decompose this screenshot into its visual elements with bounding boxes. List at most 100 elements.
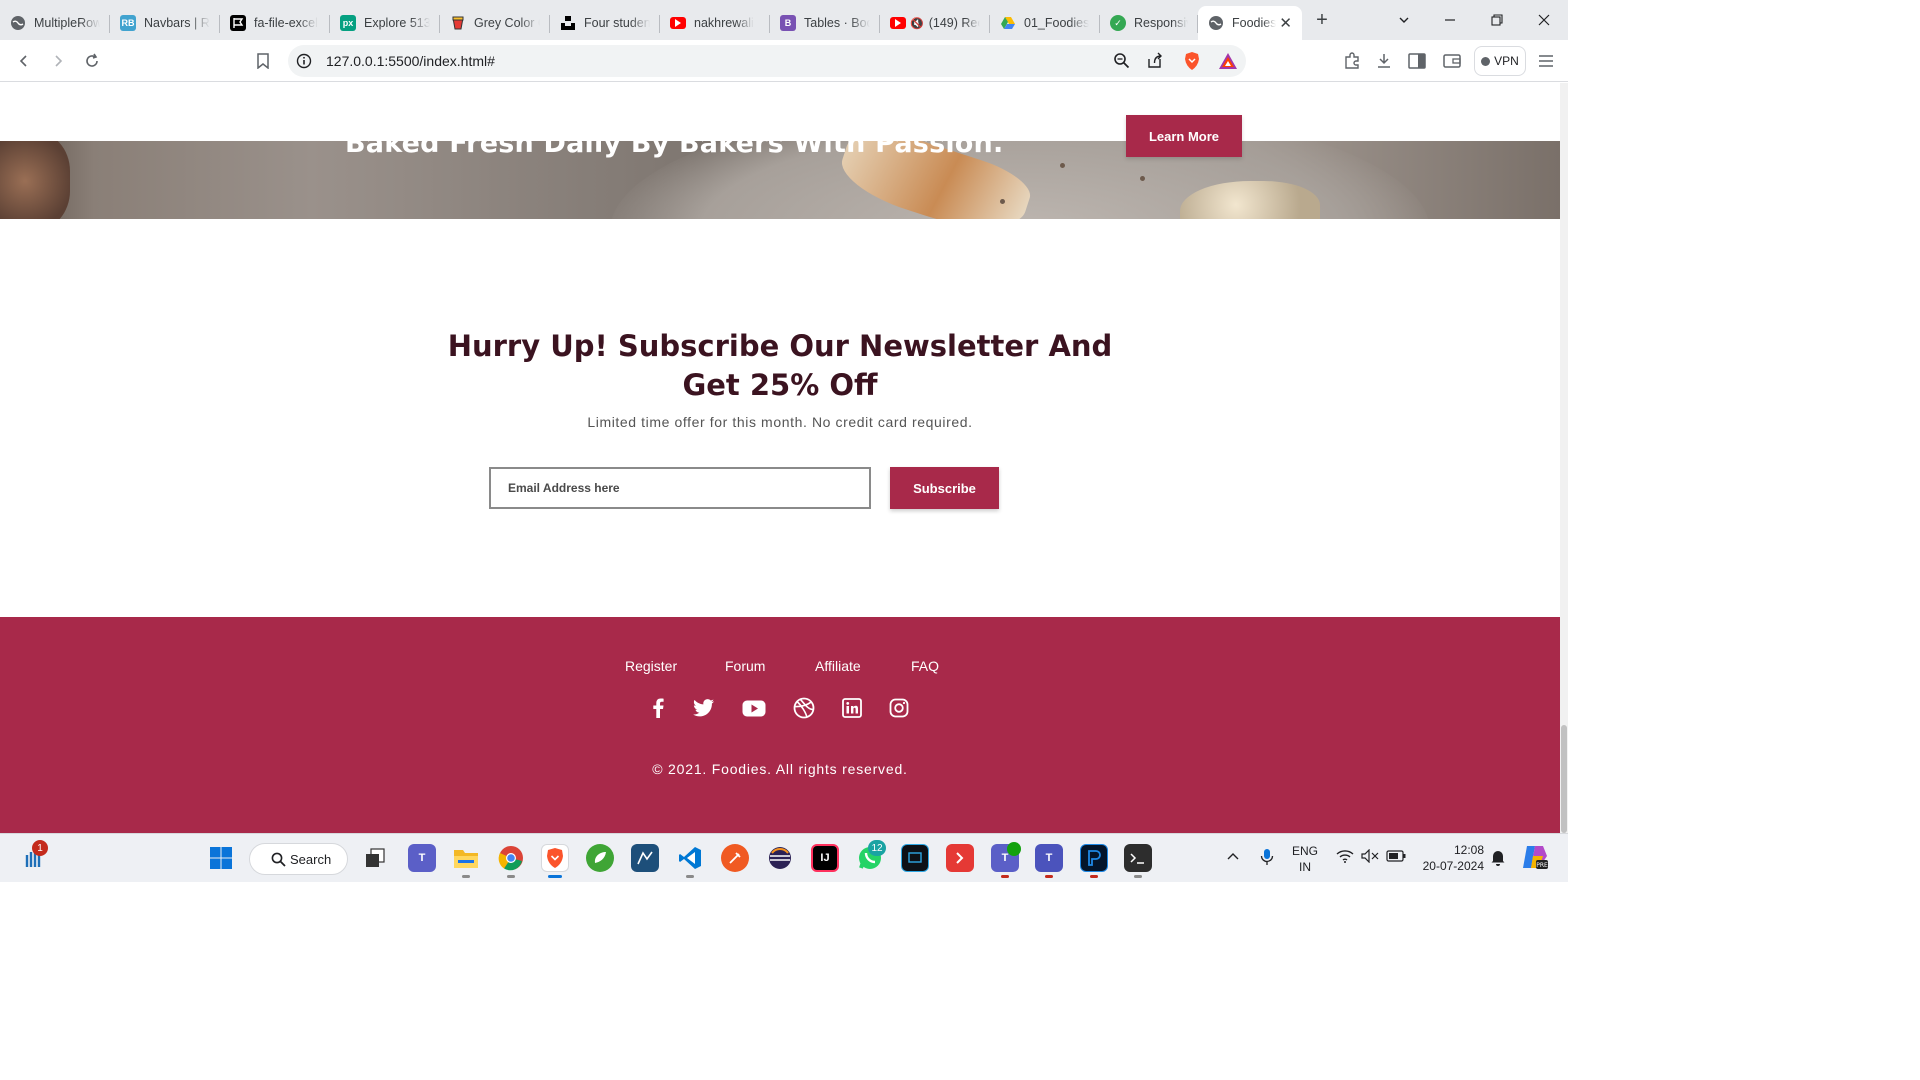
globe-icon: [10, 15, 26, 31]
download-icon[interactable]: [1371, 48, 1397, 74]
instagram-icon[interactable]: [886, 695, 912, 721]
intellij-icon[interactable]: IJ: [811, 844, 839, 872]
newsletter-title: Hurry Up! Subscribe Our Newsletter And G…: [447, 329, 1113, 402]
running-indicator: [686, 875, 694, 878]
menu-icon[interactable]: [1533, 48, 1559, 74]
linkedin-icon[interactable]: [839, 695, 865, 721]
zoom-icon[interactable]: [1113, 52, 1130, 74]
mysql-workbench-icon[interactable]: [631, 844, 659, 872]
reload-icon[interactable]: [79, 48, 105, 74]
brave-browser-icon[interactable]: [541, 844, 569, 872]
teams-status-icon: [1007, 842, 1021, 856]
close-window-button[interactable]: [1521, 0, 1567, 40]
muted-icon[interactable]: 🔇: [910, 17, 924, 30]
tab-multiplerows[interactable]: MultipleRows: [0, 6, 110, 40]
anydesk-icon[interactable]: [946, 844, 974, 872]
vpn-button[interactable]: VPN: [1474, 46, 1526, 76]
minimize-button[interactable]: [1427, 0, 1473, 40]
flag-icon: [230, 15, 246, 31]
restore-button[interactable]: [1474, 0, 1520, 40]
color-icon: [450, 15, 466, 31]
dribbble-icon[interactable]: [791, 695, 817, 721]
twitter-icon[interactable]: [691, 695, 717, 721]
volume-muted-icon[interactable]: [1361, 848, 1379, 866]
tab-reels[interactable]: 🔇 (149) Reels: [880, 6, 990, 40]
scrollbar-thumb[interactable]: [1561, 725, 1567, 833]
globe-icon: [1208, 15, 1224, 31]
page-scrollbar[interactable]: [1560, 83, 1568, 833]
brave-rewards-icon[interactable]: [1218, 52, 1238, 75]
address-bar[interactable]: 127.0.0.1:5500/index.html#: [288, 45, 1246, 77]
spring-tool-icon[interactable]: [586, 844, 614, 872]
page-viewport: Baked Fresh Daily By Bakers With Passion…: [0, 83, 1560, 833]
copilot-icon[interactable]: PRE: [1521, 844, 1549, 873]
new-tab-button[interactable]: +: [1302, 9, 1342, 32]
hero-headline-clip: Baked Fresh Daily By Bakers With Passion…: [0, 141, 1560, 219]
show-hidden-icons-chevron-icon[interactable]: [1226, 850, 1240, 864]
language-indicator[interactable]: ENG IN: [1292, 843, 1318, 875]
tab-title: Tables · Bootstrap: [804, 16, 870, 30]
footer-link-forum[interactable]: Forum: [725, 658, 765, 674]
chrome-icon[interactable]: [497, 844, 525, 872]
battery-icon[interactable]: [1386, 850, 1406, 865]
microphone-icon[interactable]: [1260, 848, 1274, 869]
task-view-icon[interactable]: [361, 844, 389, 872]
learn-more-button[interactable]: Learn More: [1126, 115, 1242, 157]
brave-shield-icon[interactable]: [1183, 51, 1201, 76]
clock[interactable]: 12:08 20-07-2024: [1416, 842, 1484, 874]
eclipse-icon[interactable]: [766, 844, 794, 872]
taskbar-search[interactable]: Search: [249, 843, 348, 875]
email-input[interactable]: [489, 467, 871, 509]
share-icon[interactable]: [1146, 52, 1163, 74]
tab-nakhrewali[interactable]: nakhrewali: [660, 6, 770, 40]
facebook-icon[interactable]: [645, 695, 671, 721]
running-indicator: [1045, 875, 1053, 878]
running-indicator: [1090, 875, 1098, 878]
close-tab-icon[interactable]: ✕: [1279, 14, 1292, 32]
running-indicator: [1001, 875, 1009, 878]
subscribe-button[interactable]: Subscribe: [890, 467, 999, 509]
footer-link-affiliate[interactable]: Affiliate: [815, 658, 861, 674]
running-indicator: [1134, 875, 1142, 878]
sidebar-icon[interactable]: [1404, 48, 1430, 74]
file-explorer-icon[interactable]: [452, 844, 480, 872]
notification-badge: 1: [32, 840, 48, 856]
tab-explore[interactable]: px Explore 513: [330, 6, 440, 40]
language-label: ENG: [1292, 844, 1319, 858]
tab-01-foodies[interactable]: 01_Foodies: [990, 6, 1100, 40]
tab-title: Explore 513: [364, 16, 430, 30]
extensions-icon[interactable]: [1339, 48, 1365, 74]
tab-responsive[interactable]: ✓ Responsive: [1100, 6, 1198, 40]
screen-recorder-icon[interactable]: [901, 844, 929, 872]
running-indicator: [507, 875, 515, 878]
site-info-icon[interactable]: [296, 53, 312, 74]
bookmark-icon[interactable]: [250, 48, 276, 74]
tab-title: Foodies: [1232, 16, 1277, 30]
tab-four-students[interactable]: Four students: [550, 6, 660, 40]
vscode-icon[interactable]: [676, 844, 704, 872]
pycharm-icon[interactable]: [1080, 844, 1108, 872]
running-indicator: [462, 875, 470, 878]
postman-icon[interactable]: [721, 844, 749, 872]
youtube-icon[interactable]: [741, 695, 767, 721]
teams-chat-icon[interactable]: T: [408, 844, 436, 872]
teams-classic-icon[interactable]: T: [1035, 844, 1063, 872]
leaf-icon: ✓: [1110, 15, 1126, 31]
start-windows-icon[interactable]: [207, 844, 235, 872]
terminal-icon[interactable]: [1124, 844, 1152, 872]
tab-navbars[interactable]: RB Navbars | React: [110, 6, 220, 40]
pexels-icon: px: [340, 15, 356, 31]
tab-foodies[interactable]: Foodies ✕: [1198, 6, 1302, 40]
tab-grey-color[interactable]: Grey Color Codes: [440, 6, 550, 40]
back-arrow-icon[interactable]: [11, 48, 37, 74]
tab-strip: MultipleRows RB Navbars | React fa-file-…: [0, 0, 1568, 40]
footer-link-faq[interactable]: FAQ: [911, 658, 939, 674]
tab-search-chevron-icon[interactable]: [1381, 0, 1427, 40]
forward-arrow-icon[interactable]: [45, 48, 71, 74]
tab-fa-file-excel[interactable]: fa-file-excel: [220, 6, 330, 40]
footer-link-register[interactable]: Register: [625, 658, 677, 674]
notification-bell-icon[interactable]: [1490, 848, 1506, 869]
wallet-icon[interactable]: [1439, 48, 1465, 74]
tab-tables-bootstrap[interactable]: B Tables · Bootstrap: [770, 6, 880, 40]
wifi-icon[interactable]: [1336, 849, 1354, 866]
